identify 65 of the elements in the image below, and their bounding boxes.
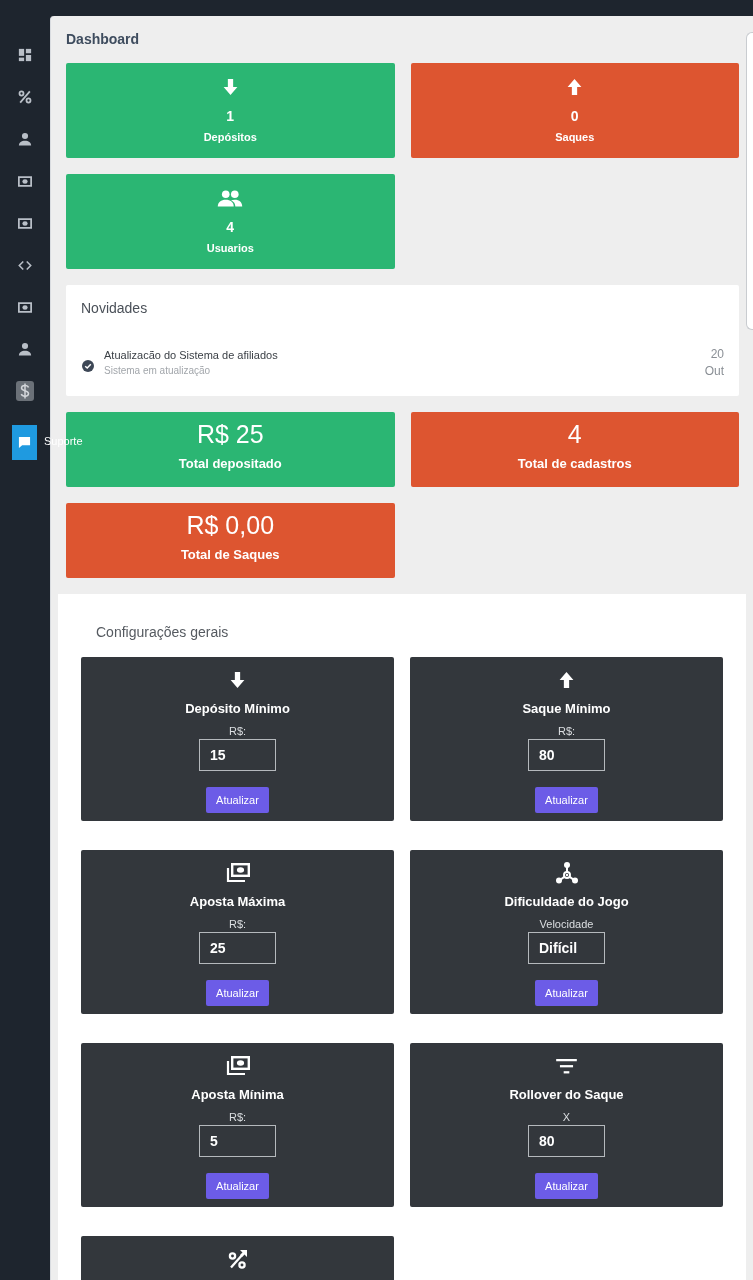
filter-icon [556,1058,577,1074]
banknotes-icon [225,1056,250,1076]
news-item-title: Atualizacão do Sistema de afiliados [104,348,278,362]
news-date-month: Out [704,363,724,380]
input-field[interactable]: 15 [199,739,276,771]
field-label: X [562,1110,571,1124]
settings-card-title: Aposta Máxima [189,894,286,910]
field-label: R$: [228,917,247,931]
code-icon[interactable] [18,259,32,271]
total-label: Total de Saques [180,547,280,563]
dashboard-icon[interactable] [18,48,32,62]
banknote-icon[interactable] [18,217,32,229]
settings-card-title: Depósito Mínimo [185,701,290,717]
stat-label: Saques [555,130,595,144]
check-circle-icon [82,360,94,372]
user-icon[interactable] [18,132,32,146]
banknote-icon[interactable] [18,175,32,187]
update-button[interactable]: Atualizar [206,1173,269,1199]
field-label: R$: [228,724,247,738]
settings-card-title: Dificuldade do Jogo [504,894,629,910]
banknote-icon[interactable] [18,301,32,313]
input-field[interactable]: 25 [199,932,276,964]
banknotes-icon [225,863,250,883]
news-date-day: 20 [710,346,724,363]
input-field[interactable]: 80 [528,739,605,771]
settings-card-title: Saque Mínimo [522,701,611,717]
total-value: R$ 25 [196,420,264,448]
chat-icon [18,436,31,449]
arrow-down-icon [221,78,239,96]
total-label: Total de cadastros [517,456,632,472]
settings-card-title: Rollover do Saque [509,1087,624,1103]
percent-icon[interactable] [18,90,32,104]
input-field[interactable]: 5 [199,1125,276,1157]
settings-card-title: Aposta Mínima [191,1087,284,1103]
input-field[interactable]: 80 [528,1125,605,1157]
total-label: Total depositado [178,456,282,472]
dollar-icon[interactable] [16,381,34,401]
total-value: 4 [567,420,582,448]
stat-label: Usuarios [206,241,254,255]
page-title: Dashboard [66,30,141,48]
arrow-up-icon [566,78,584,96]
update-button[interactable]: Atualizar [535,787,598,813]
users-icon [217,189,244,207]
field-label: Velocidade [539,917,594,931]
input-field[interactable]: Difícil [528,932,605,964]
stat-value: 1 [226,108,235,125]
support-button[interactable] [12,425,37,460]
arrow-up-icon [558,671,575,689]
update-button[interactable]: Atualizar [206,980,269,1006]
update-button[interactable]: Atualizar [206,787,269,813]
network-icon [554,862,579,884]
stat-value: 0 [570,108,579,125]
field-label: R$: [228,1110,247,1124]
user-icon[interactable] [18,342,32,356]
total-value: R$ 0,00 [186,511,275,539]
update-button[interactable]: Atualizar [535,980,598,1006]
news-title: Novidades [81,299,149,317]
update-button[interactable]: Atualizar [535,1173,598,1199]
arrow-down-icon [229,671,246,689]
percent-arrow-icon [227,1249,248,1269]
settings-title: Configurações gerais [96,623,229,641]
field-label: R$: [557,724,576,738]
stat-value: 4 [226,219,235,236]
news-item-subtitle: Sistema em atualização [104,364,211,378]
stat-label: Depósitos [203,130,257,144]
